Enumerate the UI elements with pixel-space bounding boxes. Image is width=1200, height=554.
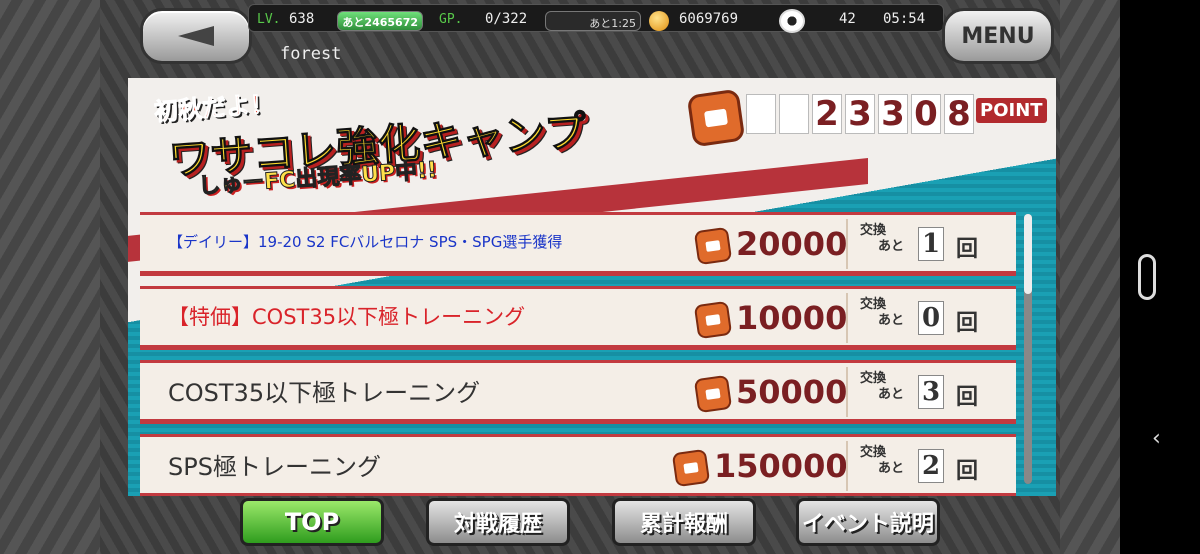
reward-row[interactable]: 【特価】COST35以下極トレーニング 10000 交換 あと 0 回 [140, 286, 1016, 350]
gp-timer-bar: あと1:25 [545, 11, 641, 31]
divider [846, 367, 848, 417]
back-arrow-icon [178, 26, 214, 46]
exp-remaining: あと2465672 [342, 16, 418, 29]
level-label: LV. [257, 12, 281, 27]
status-bar: LV. 638 あと2465672 GP. 0/322 あと1:25 60697… [248, 4, 944, 33]
exchange-label: 交換 あと [860, 371, 905, 402]
ball-count: 42 [839, 11, 856, 27]
reward-cost: 150000 [714, 447, 848, 485]
point-icon [693, 374, 733, 414]
point-digit: 2 [812, 94, 842, 134]
left-frame [0, 0, 100, 554]
battle-history-button[interactable]: 対戦履歴 [426, 498, 570, 546]
remaining-unit: 回 [956, 385, 979, 410]
remaining-count: 1 [918, 227, 944, 261]
gp-timer: あと1:25 [589, 17, 636, 30]
exchange-label: 交換 あと [860, 445, 905, 476]
home-pill-icon[interactable] [1138, 254, 1156, 300]
back-button[interactable] [140, 8, 252, 64]
point-digit: 3 [845, 94, 875, 134]
scrollbar[interactable] [1024, 214, 1032, 484]
point-icon [693, 226, 733, 266]
top-button[interactable]: TOP [240, 498, 384, 546]
gp-label: GP. [439, 12, 463, 27]
remaining-unit: 回 [956, 311, 979, 336]
point-digit: 3 [878, 94, 908, 134]
reward-title: SPS極トレーニング [168, 453, 381, 481]
point-digit [746, 94, 776, 134]
username: forest [280, 44, 342, 64]
remaining-count: 0 [918, 301, 944, 335]
reward-row[interactable]: 【デイリー】19-20 S2 FCバルセロナ SPS・SPG選手獲得 20000… [140, 212, 1016, 276]
reward-row[interactable]: COST35以下極トレーニング 50000 交換 あと 3 回 [140, 360, 1016, 424]
point-digits: 2 3 3 0 8 [746, 94, 974, 134]
point-word: POINT [976, 98, 1047, 123]
remaining-count: 3 [918, 375, 944, 409]
right-frame [1060, 0, 1120, 554]
level-value: 638 [289, 11, 315, 27]
point-digit [779, 94, 809, 134]
nav-back-icon[interactable]: ‹ [1152, 426, 1161, 451]
point-digit: 0 [911, 94, 941, 134]
remaining-count: 2 [918, 449, 944, 483]
reward-cost: 10000 [736, 299, 848, 337]
reward-title: 【デイリー】19-20 S2 FCバルセロナ SPS・SPG選手獲得 [168, 233, 563, 251]
clock: 05:54 [883, 11, 926, 27]
remaining-unit: 回 [956, 237, 979, 262]
point-icon [686, 88, 746, 148]
event-info-button[interactable]: イベント説明 [796, 498, 940, 546]
soccer-ball-icon [779, 9, 805, 33]
scrollbar-thumb[interactable] [1024, 214, 1032, 294]
exp-bar: あと2465672 [337, 11, 423, 31]
system-nav-bar [1120, 0, 1200, 554]
reward-cost: 50000 [736, 373, 848, 411]
divider [846, 293, 848, 343]
reward-title: 【特価】COST35以下極トレーニング [168, 305, 526, 329]
header: LV. 638 あと2465672 GP. 0/322 あと1:25 60697… [0, 0, 1120, 80]
divider [846, 219, 848, 269]
gp-value: 0/322 [485, 11, 528, 27]
reward-row[interactable]: SPS極トレーニング 150000 交換 あと 2 回 [140, 434, 1016, 496]
reward-cost: 20000 [736, 225, 848, 263]
menu-button[interactable]: MENU [942, 8, 1054, 64]
divider [846, 441, 848, 491]
point-icon [693, 300, 733, 340]
remaining-unit: 回 [956, 459, 979, 484]
coin-count: 6069769 [679, 11, 739, 27]
cumulative-rewards-button[interactable]: 累計報酬 [612, 498, 756, 546]
exchange-label: 交換 あと [860, 223, 905, 254]
reward-title: COST35以下極トレーニング [168, 379, 481, 407]
game-screen: LV. 638 あと2465672 GP. 0/322 あと1:25 60697… [0, 0, 1120, 554]
coin-icon [649, 11, 669, 31]
exchange-panel: 初秋だよ！ ワサコレ強化キャンプ しゅーFC出現率UP中!! 2 3 3 0 8… [128, 78, 1056, 496]
point-counter: 2 3 3 0 8 POINT [686, 88, 1054, 148]
point-digit: 8 [944, 94, 974, 134]
exchange-label: 交換 あと [860, 297, 905, 328]
point-icon [671, 448, 711, 488]
